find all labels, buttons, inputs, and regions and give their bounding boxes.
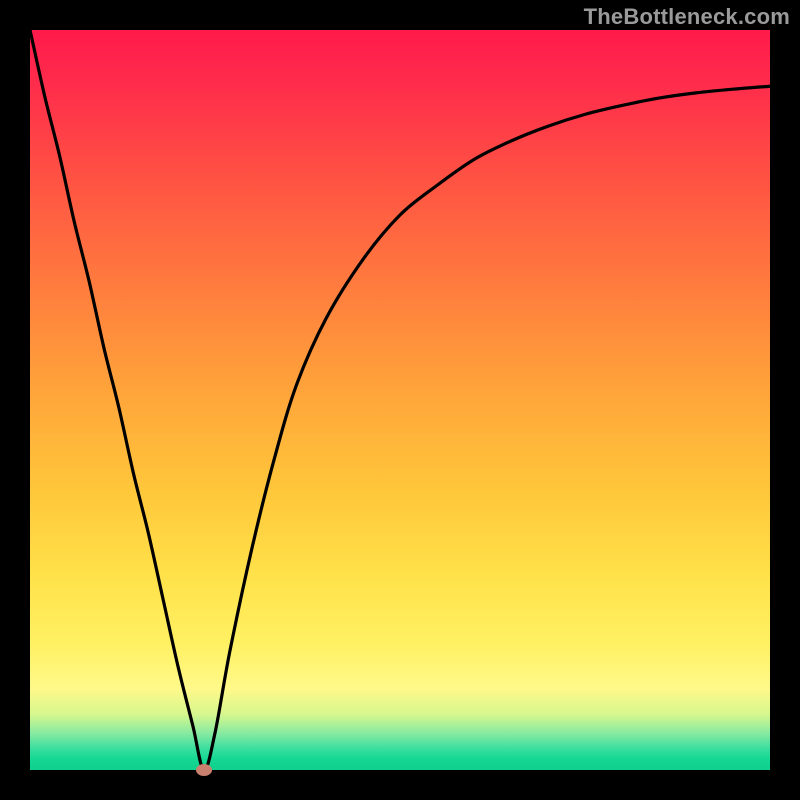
optimum-marker: [196, 764, 212, 776]
watermark-text: TheBottleneck.com: [584, 4, 790, 30]
chart-frame: TheBottleneck.com: [0, 0, 800, 800]
bottleneck-curve: [30, 30, 770, 770]
plot-area: [30, 30, 770, 770]
